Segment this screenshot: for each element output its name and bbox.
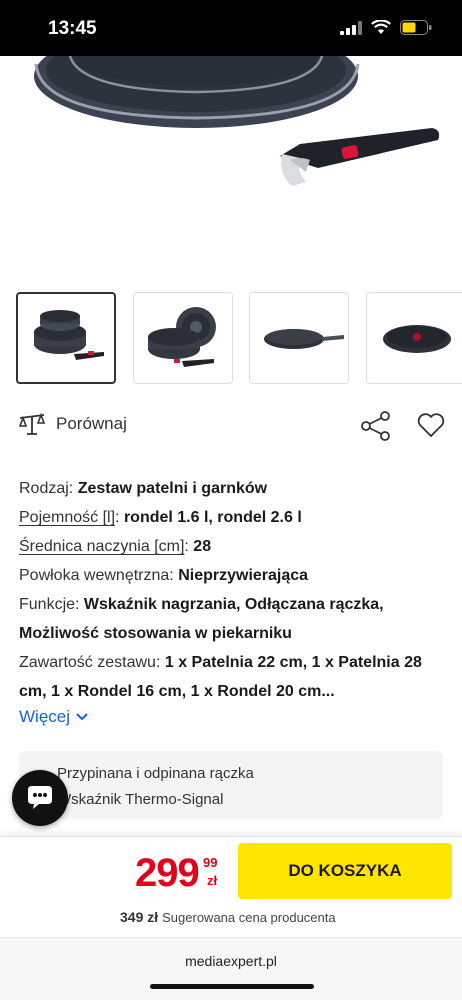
spec-label-link[interactable]: Pojemność [l] [19, 509, 115, 526]
spec-diameter: Średnica naczynia [cm]: 28 [19, 538, 212, 555]
purchase-bar: 299 99 zł DO KOSZYKA 349 zł Sugerowana ce… [0, 836, 462, 937]
suggested-price: 349 zł Sugerowana cena producenta [120, 909, 336, 925]
spec-value: 28 [193, 538, 212, 555]
heart-icon [417, 413, 445, 437]
more-link[interactable]: Więcej [19, 707, 88, 727]
spec-label: Rodzaj: [19, 480, 74, 497]
suggested-price-value: 349 zł [120, 909, 159, 925]
signal-icon [340, 20, 362, 35]
product-specs: Rodzaj: Zestaw patelni i garnków Pojemno… [19, 474, 444, 706]
spec-functions: Funkcje: Wskaźnik nagrzania, Odłączana r… [19, 590, 444, 648]
product-actions: Porównaj [18, 410, 446, 446]
spec-value: Nieprzywierająca [178, 567, 309, 584]
scale-icon [18, 412, 46, 435]
feature-item: Wskaźnik Thermo-Signal [57, 791, 224, 808]
thumbnail-1[interactable] [16, 292, 116, 384]
features-box: Przypinana i odpinana rączka Wskaźnik Th… [19, 751, 443, 819]
chat-button[interactable] [12, 770, 68, 826]
status-time: 13:45 [48, 18, 97, 39]
favorite-button[interactable] [416, 410, 446, 442]
spec-type: Rodzaj: Zestaw patelni i garnków [19, 474, 444, 503]
browser-url-bar[interactable]: mediaexpert.pl [0, 937, 462, 1000]
thumbnail-2[interactable] [133, 292, 233, 384]
suggested-price-note: Sugerowana cena producenta [162, 910, 336, 925]
spec-contents: Zawartość zestawu: 1 x Patelnia 22 cm, 1… [19, 648, 444, 706]
cookware-illustration [34, 56, 440, 186]
status-icons [340, 20, 432, 35]
spec-value: rondel 1.6 l, rondel 2.6 l [123, 509, 302, 526]
price-cents: 99 [203, 855, 218, 870]
url-text[interactable]: mediaexpert.pl [0, 953, 462, 969]
chat-icon [28, 786, 52, 809]
home-indicator [150, 984, 314, 989]
spec-coating: Powłoka wewnętrzna: Nieprzywierająca [19, 561, 444, 590]
compare-label: Porównaj [56, 414, 127, 433]
status-bar: 13:45 [0, 0, 462, 56]
chevron-down-icon [76, 713, 88, 721]
product-main-image[interactable] [0, 56, 462, 276]
battery-icon [400, 20, 432, 35]
thumbnail-strip[interactable] [16, 292, 462, 388]
wifi-icon [371, 20, 391, 34]
spec-value: Zestaw patelni i garnków [77, 480, 268, 497]
more-label: Więcej [19, 707, 71, 726]
price-main: 299 [135, 851, 200, 895]
price-currency: zł [207, 873, 218, 888]
share-icon [361, 411, 390, 441]
thumbnail-3[interactable] [249, 292, 349, 384]
add-to-cart-button[interactable]: DO KOSZYKA [238, 843, 452, 899]
compare-button[interactable]: Porównaj [18, 412, 127, 436]
share-button[interactable] [360, 410, 392, 442]
price: 299 99 zł [135, 851, 217, 896]
thumbnail-4[interactable] [366, 292, 462, 384]
spec-label: Powłoka wewnętrzna: [19, 567, 174, 584]
feature-item: Przypinana i odpinana rączka [57, 765, 254, 782]
spec-label: Funkcje: [19, 596, 80, 613]
spec-label: Zawartość zestawu: [19, 654, 161, 671]
spec-label-link[interactable]: Średnica naczynia [cm] [19, 538, 184, 555]
spec-capacity: Pojemność [l]: rondel 1.6 l, rondel 2.6 … [19, 509, 302, 526]
